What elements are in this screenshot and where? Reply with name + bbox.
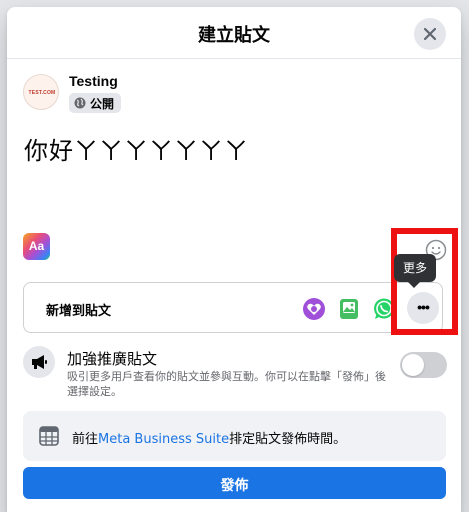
boost-post-description: 吸引更多用戶查看你的貼文並參與互動。你可以在點擊「發佈」後選擇設定。 [67, 370, 386, 398]
post-button-label: 發佈 [220, 478, 249, 494]
tooltip-text: 更多 [402, 261, 427, 275]
schedule-text: 前往Meta Business Suite排定貼文發佈時間。 [72, 428, 346, 447]
tooltip-arrow [408, 282, 420, 288]
background-button-label: Aa [28, 239, 45, 253]
globe-icon [74, 97, 86, 109]
boost-post-title: 加強推廣貼文 [67, 350, 158, 368]
toggle-knob [402, 354, 424, 376]
dialog-header: 建立貼文 [7, 7, 461, 59]
meta-business-suite-schedule-link[interactable]: 前往Meta Business Suite排定貼文發佈時間。 [23, 411, 446, 461]
boost-post-toggle[interactable] [400, 352, 447, 378]
photo-video-icon[interactable] [337, 297, 361, 321]
close-icon [423, 27, 437, 41]
author-name: Testing [69, 73, 118, 89]
dialog-title: 建立貼文 [198, 25, 270, 45]
add-to-post-bar: 新增到貼文 ••• [23, 282, 443, 333]
add-to-post-label: 新增到貼文 [46, 303, 112, 318]
privacy-label: 公開 [90, 96, 115, 111]
schedule-suffix: 排定貼文發佈時間。 [229, 432, 347, 447]
close-button[interactable] [414, 18, 446, 50]
privacy-selector-button[interactable]: 公開 [69, 93, 122, 113]
background-color-button[interactable]: Aa [23, 233, 50, 260]
more-tooltip: 更多 [394, 254, 436, 288]
post-button[interactable]: 發佈 [23, 467, 446, 499]
calendar-grid-icon [39, 426, 59, 446]
post-text-area[interactable]: 你好ㄚㄚㄚㄚㄚㄚㄚ [24, 131, 444, 166]
feeling-heart-icon[interactable] [302, 297, 326, 321]
megaphone-icon [23, 346, 55, 378]
avatar-logo-text: TEST.COM [28, 90, 56, 96]
schedule-link-text[interactable]: Meta Business Suite [98, 432, 229, 447]
avatar: TEST.COM [23, 74, 59, 110]
schedule-prefix: 前往 [72, 432, 99, 447]
